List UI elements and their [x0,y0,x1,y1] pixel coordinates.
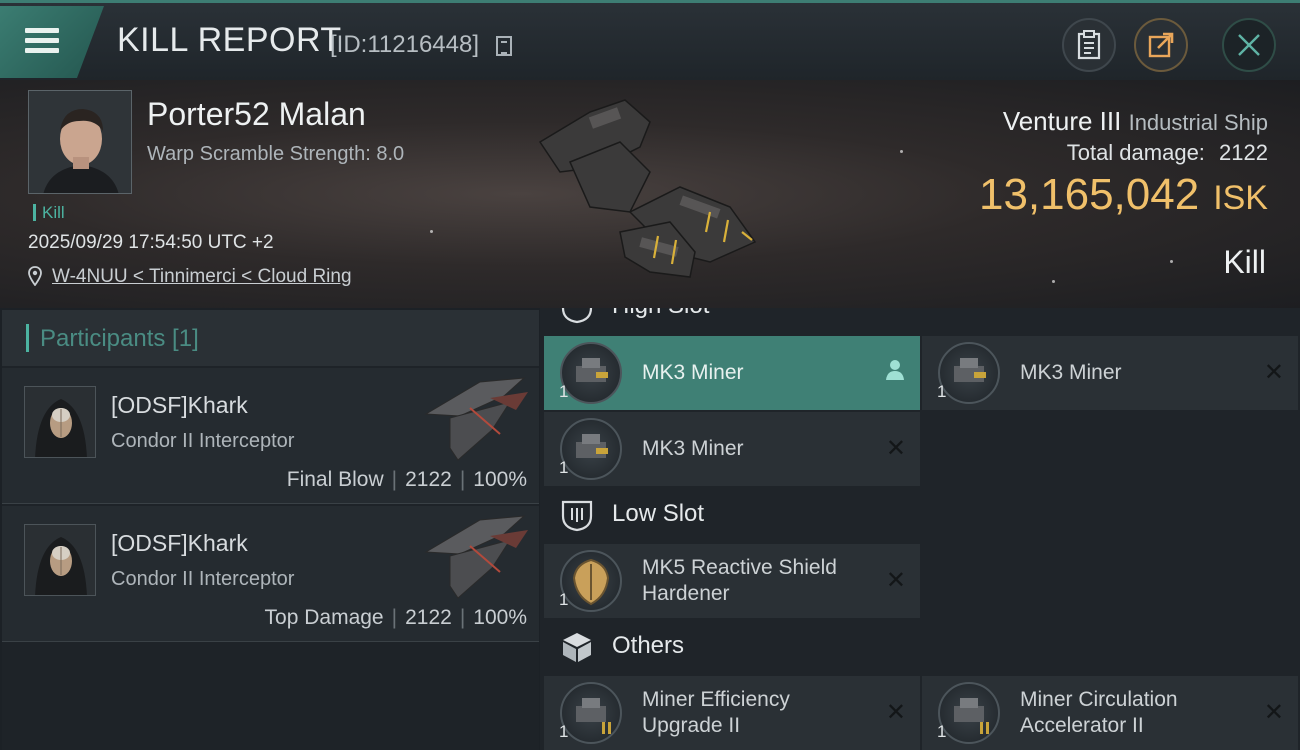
participant-damage: 2122 [405,606,452,629]
result-label: Kill [1223,244,1266,280]
participant-ship: Condor II Interceptor [111,568,295,590]
module-slot[interactable]: 1 MK3 Miner ✕ [544,412,920,486]
module-quantity: 1 [559,590,569,609]
top-bar: KILL REPORT [ID:11216448] [0,0,1300,80]
low-slot-icon [561,500,593,532]
module-name-line1: Miner Circulation [1020,688,1178,711]
cube-icon [563,633,591,662]
participant-card[interactable]: [ODSF]Khark Condor II Interceptor Top Da… [2,506,539,642]
miner-module-icon [560,418,622,480]
avatar [29,91,131,193]
share-icon [1148,32,1174,58]
participant-ship-image [424,377,528,461]
shield-hardener-icon [560,550,622,612]
avatar [25,525,95,595]
participant-ship-image [424,515,528,599]
module-quantity: 1 [559,722,569,741]
participant-avatar [24,524,96,596]
module-name-line1: Miner Efficiency [642,688,790,711]
victim-ship[interactable]: Venture III Industrial Ship [1003,106,1268,137]
warp-scramble-strength: Warp Scramble Strength: 8.0 [147,143,405,165]
module-slot[interactable]: 1 MK3 Miner [544,336,920,410]
hamburger-icon-line [25,38,59,43]
participants-header: Participants [1] [2,310,539,366]
miner-upgrade-icon [560,682,622,744]
participant-card[interactable]: [ODSF]Khark Condor II Interceptor Final … [2,368,539,504]
low-slot-label: Low Slot [612,500,705,527]
module-name: MK3 Miner [1020,361,1122,384]
high-slot-icon [561,308,593,324]
hamburger-icon-line [25,48,59,53]
module-slot[interactable]: 1 Miner Circulation Accelerator II ✕ [922,676,1298,750]
low-slot-header: Low Slot [540,488,1300,544]
module-slot[interactable]: 1 MK3 Miner ✕ [922,336,1298,410]
victim-ship-model[interactable] [530,92,770,292]
destroyed-x-icon: ✕ [885,699,906,726]
participants-title: Participants [1] [40,325,199,352]
module-quantity: 1 [559,458,569,477]
participant-stats: Final Blow | 2122 | 100% [286,468,527,491]
miner-accelerator-icon [938,682,1000,744]
module-quantity: 1 [559,382,569,401]
page-title: KILL REPORT [117,21,342,59]
module-slot[interactable]: 1 Miner Efficiency Upgrade II ✕ [544,676,920,750]
total-damage-label: Total damage: [1066,140,1205,165]
victim-ship-class: Industrial Ship [1128,110,1268,135]
menu-button[interactable] [0,6,104,78]
module-name: MK3 Miner [642,437,744,460]
avatar [25,387,95,457]
miner-module-icon [938,342,1000,404]
miner-module-icon [560,342,622,404]
module-name-line2: Upgrade II [642,714,741,737]
module-quantity: 1 [937,382,947,401]
total-damage: Total damage: 2122 [1067,140,1268,166]
clipboard-button[interactable] [1062,18,1116,72]
module-name: MK3 Miner [642,361,744,384]
module-slot[interactable]: 1 MK5 Reactive Shield Hardener ✕ [544,544,920,618]
participant-damage: 2122 [405,468,452,491]
participant-role: Final Blow [286,468,384,491]
clipboard-icon [1077,30,1101,60]
close-icon [1238,34,1260,56]
module-name-line2: Hardener [642,582,730,605]
participant-name[interactable]: [ODSF]Khark [111,392,248,419]
participant-percent: 100% [473,606,527,629]
others-header: Others [540,620,1300,676]
isk-amount: 13,165,042 [978,170,1200,219]
victim-portrait[interactable] [28,90,132,194]
victim-name[interactable]: Porter52 Malan [147,96,366,133]
isk-value: 13,165,042 ISK [979,170,1268,220]
isk-unit: ISK [1213,179,1268,217]
share-button[interactable] [1134,18,1188,72]
hamburger-icon [25,28,59,33]
total-damage-value: 2122 [1219,140,1268,165]
participant-stats: Top Damage | 2122 | 100% [264,606,527,629]
destroyed-x-icon: ✕ [1263,699,1284,726]
location-pin-icon [28,266,42,286]
kill-datetime: 2025/09/29 17:54:50 UTC +2 [28,232,274,253]
participant-ship: Condor II Interceptor [111,430,295,452]
participants-panel: Participants [1] [ODSF]Khark Condor II I… [2,310,539,750]
high-slot-label: High Slot [612,308,709,320]
module-name-line2: Accelerator II [1020,714,1144,737]
copy-icon[interactable] [496,36,512,56]
destroyed-x-icon: ✕ [885,567,906,594]
report-id: [ID:11216448] [330,31,480,58]
victim-ship-name: Venture III [1002,106,1122,136]
kill-location-link[interactable]: W-4NUU < Tinnimerci < Cloud Ring [52,266,352,288]
others-label: Others [612,632,685,659]
participant-avatar [24,386,96,458]
person-icon[interactable] [884,358,906,382]
destroyed-x-icon: ✕ [1263,359,1284,386]
participant-name[interactable]: [ODSF]Khark [111,530,248,557]
destroyed-x-icon: ✕ [885,435,906,462]
module-name-line1: MK5 Reactive Shield [642,556,837,579]
high-slot-header: High Slot [540,308,1300,336]
fitting-panel[interactable]: High Slot 1 MK3 Miner 1 MK3 Miner ✕ 1 MK… [540,308,1300,750]
module-quantity: 1 [937,722,947,741]
kill-tag: Kill [33,204,65,221]
close-button[interactable] [1222,18,1276,72]
participant-role: Top Damage [264,606,384,629]
participant-percent: 100% [473,468,527,491]
